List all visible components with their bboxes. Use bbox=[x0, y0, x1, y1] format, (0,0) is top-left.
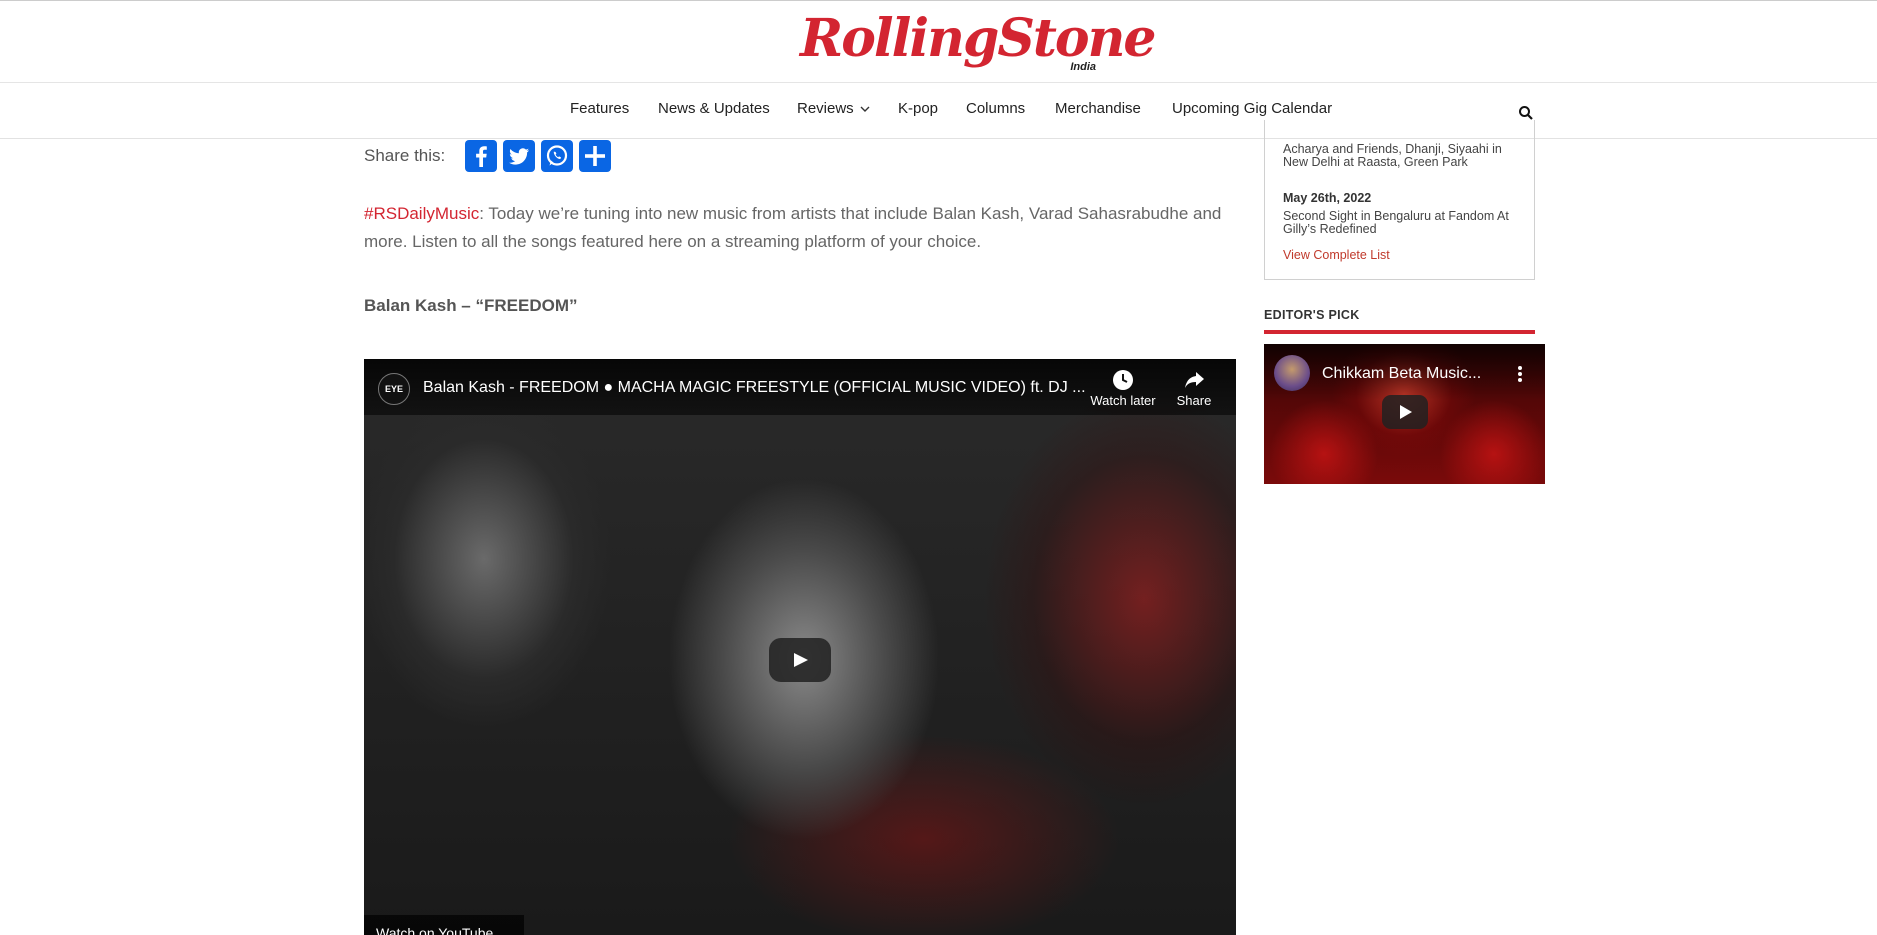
nav-item-reviews-label: Reviews bbox=[797, 100, 854, 117]
clock-icon bbox=[1113, 370, 1133, 390]
nav-item-merchandise[interactable]: Merchandise bbox=[1055, 100, 1141, 117]
channel-avatar[interactable] bbox=[1274, 355, 1310, 391]
facebook-share-button[interactable] bbox=[465, 140, 497, 172]
channel-logo[interactable]: EYE bbox=[378, 373, 410, 405]
nav-item-columns[interactable]: Columns bbox=[966, 100, 1025, 117]
editors-pick-heading: EDITOR'S PICK bbox=[1264, 308, 1360, 322]
intro-text: : Today we’re tuning into new music from… bbox=[364, 204, 1222, 251]
play-icon bbox=[1400, 405, 1412, 419]
site-header: RollingStone India bbox=[0, 0, 1877, 83]
watch-on-youtube[interactable]: Watch on YouTube bbox=[364, 915, 524, 935]
video-header: EYE Balan Kash - FREEDOM ● MACHA MAGIC F… bbox=[364, 359, 1236, 415]
nav-item-reviews[interactable]: Reviews bbox=[797, 100, 870, 117]
side-play-button[interactable] bbox=[1382, 395, 1428, 429]
facebook-icon bbox=[476, 146, 487, 167]
video-share-button[interactable]: Share bbox=[1154, 369, 1234, 408]
article-intro: #RSDailyMusic: Today we’re tuning into n… bbox=[364, 200, 1244, 256]
share-more-button[interactable] bbox=[579, 140, 611, 172]
nav-item-features[interactable]: Features bbox=[570, 100, 629, 117]
hashtag-link[interactable]: #RSDailyMusic bbox=[364, 204, 479, 223]
main-nav: Features News & Updates Reviews K-pop Co… bbox=[0, 83, 1877, 139]
nav-item-gig-calendar[interactable]: Upcoming Gig Calendar bbox=[1172, 100, 1332, 117]
watch-later-button[interactable]: Watch later bbox=[1083, 369, 1163, 408]
song-title: Balan Kash – “FREEDOM” bbox=[364, 296, 578, 315]
side-video-header: Chikkam Beta Music... bbox=[1264, 344, 1545, 400]
view-complete-list-link[interactable]: View Complete List bbox=[1283, 248, 1390, 262]
event-text: Acharya and Friends, Dhanji, Siyaahi in … bbox=[1283, 142, 1502, 169]
nav-item-news-updates[interactable]: News & Updates bbox=[658, 100, 770, 117]
play-button[interactable] bbox=[769, 638, 831, 682]
editors-pick-video[interactable]: Chikkam Beta Music... bbox=[1264, 344, 1545, 484]
site-logo[interactable]: RollingStone India bbox=[800, 8, 1156, 74]
search-icon[interactable] bbox=[1518, 105, 1534, 121]
youtube-embed[interactable]: EYE Balan Kash - FREEDOM ● MACHA MAGIC F… bbox=[364, 359, 1236, 935]
more-options-icon[interactable] bbox=[1510, 362, 1530, 386]
watch-later-label: Watch later bbox=[1090, 393, 1156, 408]
share-arrow-icon bbox=[1185, 372, 1204, 388]
side-video-title[interactable]: Chikkam Beta Music... bbox=[1322, 365, 1497, 383]
whatsapp-share-button[interactable] bbox=[541, 140, 573, 172]
whatsapp-icon bbox=[546, 145, 568, 166]
editors-pick-divider bbox=[1264, 330, 1535, 334]
logo-text: RollingStone bbox=[800, 8, 1156, 69]
gig-calendar-box: Acharya and Friends, Dhanji, Siyaahi in … bbox=[1264, 120, 1535, 280]
video-title[interactable]: Balan Kash - FREEDOM ● MACHA MAGIC FREES… bbox=[423, 379, 1123, 397]
event-text: Second Sight in Bengaluru at Fandom At G… bbox=[1283, 209, 1509, 236]
twitter-share-button[interactable] bbox=[503, 140, 535, 172]
video-share-label: Share bbox=[1176, 393, 1212, 408]
chevron-down-icon bbox=[860, 106, 870, 112]
share-label: Share this: bbox=[364, 146, 446, 165]
event-date: May 26th, 2022 bbox=[1283, 191, 1372, 205]
logo-subtext: India bbox=[1070, 61, 1096, 73]
nav-item-kpop[interactable]: K-pop bbox=[898, 100, 938, 117]
share-icon bbox=[585, 146, 605, 166]
play-icon bbox=[794, 653, 808, 667]
twitter-icon bbox=[509, 148, 529, 165]
